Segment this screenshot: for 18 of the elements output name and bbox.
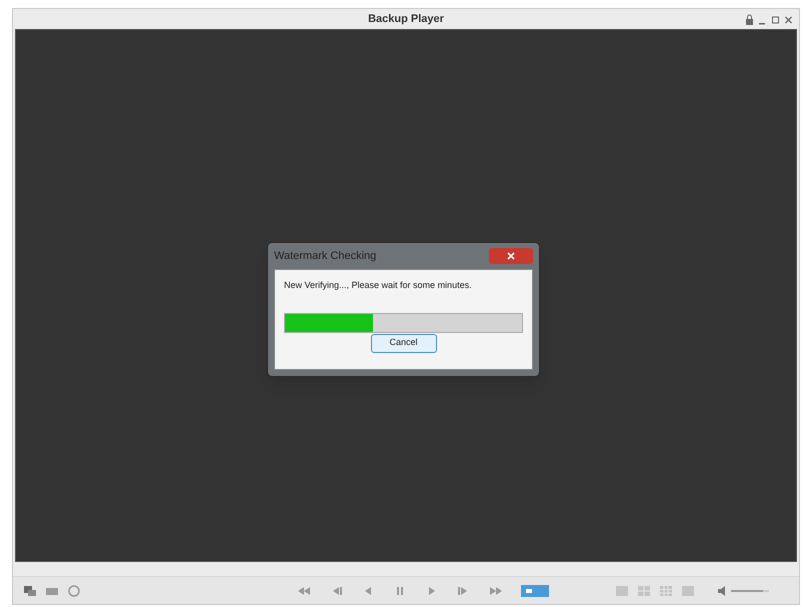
close-button[interactable] [489,248,533,264]
layout-quad-icon[interactable] [637,584,651,596]
speaker-icon[interactable] [717,584,727,596]
lock-icon[interactable] [745,14,754,26]
maximize-icon[interactable] [771,14,780,26]
fast-forward-icon[interactable] [489,584,503,596]
dialog-title: Watermark Checking [274,248,376,264]
close-icon [507,252,515,260]
close-icon[interactable] [784,14,793,26]
layout-single-icon[interactable] [615,584,629,596]
snapshot-icon[interactable] [23,584,37,596]
record-icon[interactable] [67,584,81,596]
dialog-message: New Verifying..., Please wait for some minutes. [284,279,473,292]
rewind-icon[interactable] [297,584,311,596]
window-title: Backup Player [368,12,444,27]
layout-nine-icon[interactable] [659,584,673,596]
cancel-button[interactable]: Cancel [370,334,436,352]
speed-icon[interactable] [521,584,549,596]
